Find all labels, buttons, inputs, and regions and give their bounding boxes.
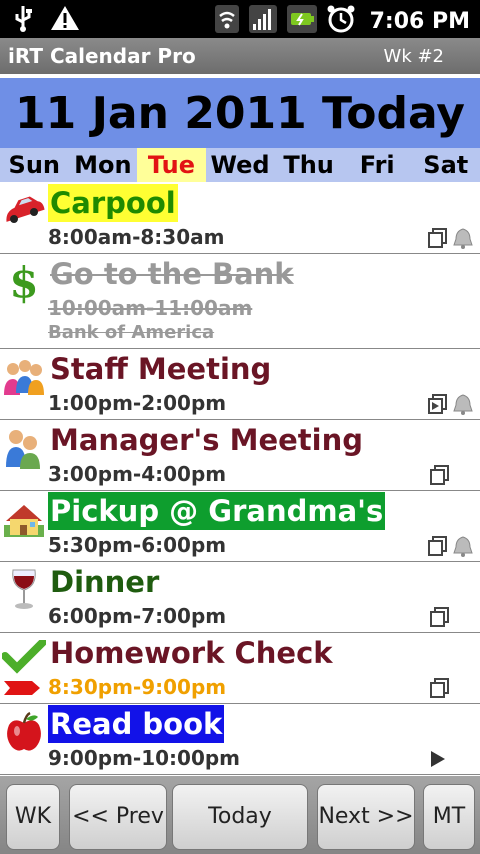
event-title: Read book: [48, 705, 225, 743]
day-wed[interactable]: Wed: [206, 148, 275, 182]
event-row[interactable]: $ Go to the Bank 10:00am-11:00am Bank of…: [0, 254, 480, 349]
day-mon[interactable]: Mon: [69, 148, 138, 182]
repeat-icon: [430, 464, 450, 490]
weekday-bar: Sun Mon Tue Wed Thu Fri Sat: [0, 148, 480, 182]
bell-icon: [452, 535, 474, 561]
title-bar: iRT Calendar Pro Wk #2: [0, 38, 480, 74]
event-title: Staff Meeting: [50, 352, 272, 386]
repeat-play-icon: [428, 393, 448, 419]
house-icon: [2, 497, 46, 541]
day-thu[interactable]: Thu: [274, 148, 343, 182]
people-icon: [2, 426, 46, 470]
play-icon: [430, 750, 446, 772]
repeat-icon: [428, 535, 448, 561]
today-button[interactable]: Today: [172, 784, 308, 850]
bell-icon: [452, 393, 474, 419]
event-row[interactable]: Read book 9:00pm-10:00pm: [0, 704, 480, 775]
event-time: 3:00pm-4:00pm: [48, 462, 227, 486]
status-bar: 7:06 PM: [0, 0, 480, 38]
event-title: Go to the Bank: [50, 257, 294, 291]
event-location: Bank of America: [48, 322, 215, 343]
event-row[interactable]: Manager's Meeting 3:00pm-4:00pm: [0, 420, 480, 491]
event-time: 5:30pm-6:00pm: [48, 533, 227, 557]
event-time: 1:00pm-2:00pm: [48, 391, 227, 415]
event-row[interactable]: Pickup @ Grandma's 5:30pm-6:00pm: [0, 491, 480, 562]
repeat-icon: [430, 606, 450, 632]
dollar-icon: $: [9, 257, 39, 307]
week-number: Wk #2: [383, 46, 444, 67]
people-icon: [2, 355, 46, 399]
repeat-icon: [428, 227, 448, 253]
event-time: 10:00am-11:00am: [48, 296, 253, 320]
event-row[interactable]: Carpool 8:00am-8:30am: [0, 183, 480, 254]
event-title: Carpool: [48, 184, 178, 222]
bottom-toolbar: WK << Prev Today Next >> MT: [0, 776, 480, 854]
car-icon: [2, 189, 46, 233]
day-sun[interactable]: Sun: [0, 148, 69, 182]
month-view-button[interactable]: MT: [423, 784, 475, 850]
app-title: iRT Calendar Pro: [8, 44, 196, 68]
status-time: 7:06 PM: [369, 8, 470, 34]
wine-icon: [2, 568, 46, 612]
week-view-button[interactable]: WK: [6, 784, 60, 850]
priority-flag-icon: [4, 679, 40, 701]
event-row[interactable]: Staff Meeting 1:00pm-2:00pm: [0, 349, 480, 420]
event-time: 9:00pm-10:00pm: [48, 746, 241, 770]
event-time: 8:30pm-9:00pm: [48, 675, 227, 699]
event-title: Manager's Meeting: [50, 423, 364, 457]
checkmark-icon: [2, 635, 46, 679]
wifi-icon: [214, 4, 240, 38]
event-title: Dinner: [50, 565, 160, 599]
date-header[interactable]: 11 Jan 2011 Today: [0, 78, 480, 148]
event-row[interactable]: Homework Check 8:30pm-9:00pm: [0, 633, 480, 704]
warning-icon: [50, 4, 80, 36]
apple-icon: [2, 710, 46, 754]
day-sat[interactable]: Sat: [411, 148, 480, 182]
repeat-icon: [430, 677, 450, 703]
prev-button[interactable]: << Prev: [69, 784, 167, 850]
alarm-icon: [326, 4, 356, 38]
event-time: 8:00am-8:30am: [48, 225, 225, 249]
day-tue[interactable]: Tue: [137, 148, 206, 182]
bell-icon: [452, 227, 474, 253]
usb-icon: [10, 4, 36, 36]
day-fri[interactable]: Fri: [343, 148, 412, 182]
battery-icon: [286, 4, 318, 38]
next-button[interactable]: Next >>: [317, 784, 415, 850]
event-time: 6:00pm-7:00pm: [48, 604, 227, 628]
event-title: Homework Check: [50, 636, 333, 670]
event-title: Pickup @ Grandma's: [48, 492, 386, 530]
event-list: Carpool 8:00am-8:30am $ Go to the Bank 1…: [0, 183, 480, 775]
current-date: 11 Jan 2011 Today: [15, 88, 465, 139]
signal-icon: [248, 4, 278, 38]
event-row[interactable]: Dinner 6:00pm-7:00pm: [0, 562, 480, 633]
